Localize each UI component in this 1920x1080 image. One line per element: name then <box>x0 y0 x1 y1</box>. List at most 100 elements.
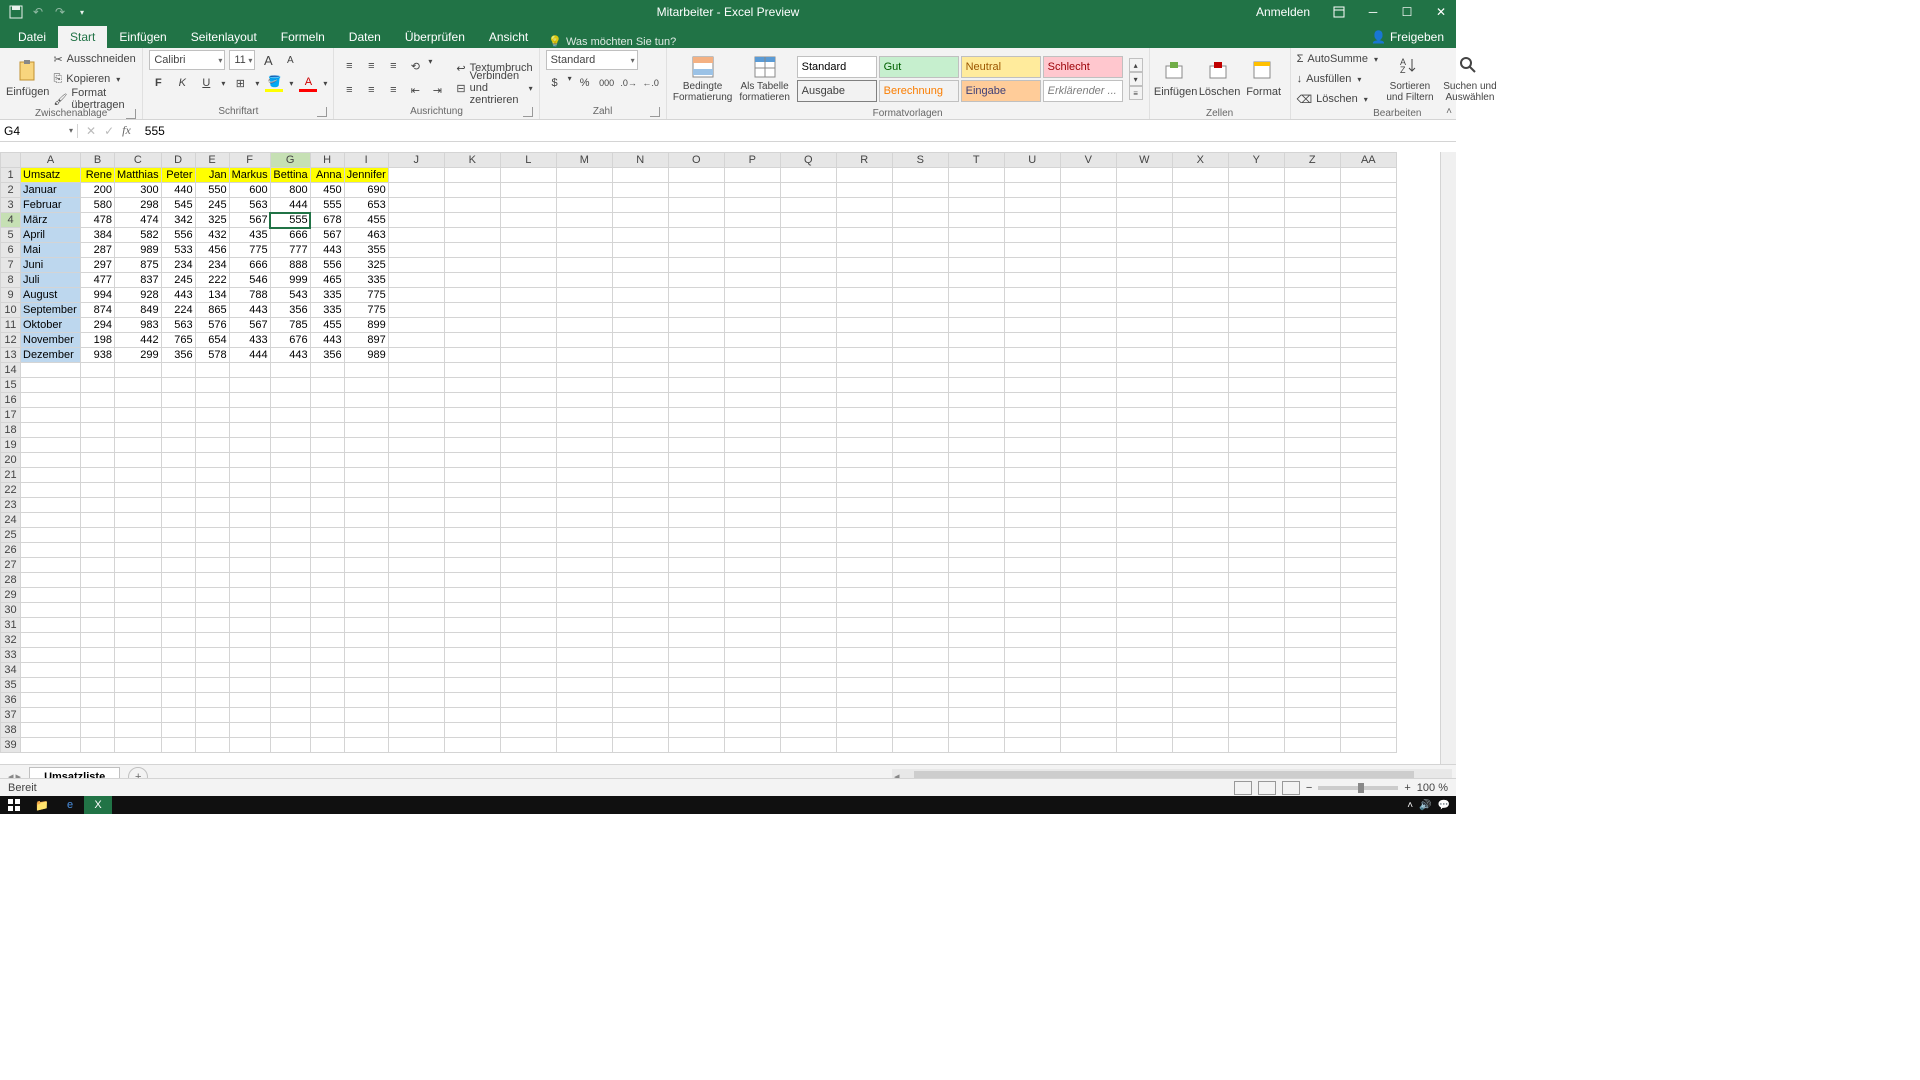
cell-F20[interactable] <box>229 453 270 468</box>
cell-G21[interactable] <box>270 468 310 483</box>
cell-O33[interactable] <box>668 648 724 663</box>
align-left-icon[interactable]: ≡ <box>340 81 358 99</box>
cell-A26[interactable] <box>21 543 81 558</box>
cell-W31[interactable] <box>1116 618 1172 633</box>
cell-Q37[interactable] <box>780 708 836 723</box>
cell-X10[interactable] <box>1172 303 1228 318</box>
cell-E14[interactable] <box>195 363 229 378</box>
cell-J6[interactable] <box>388 243 444 258</box>
cell-I17[interactable] <box>344 408 388 423</box>
cell-D31[interactable] <box>161 618 195 633</box>
cell-G11[interactable]: 785 <box>270 318 310 333</box>
col-header-A[interactable]: A <box>21 153 81 168</box>
cell-Q11[interactable] <box>780 318 836 333</box>
cell-X4[interactable] <box>1172 213 1228 228</box>
cell-C5[interactable]: 582 <box>115 228 162 243</box>
cell-P25[interactable] <box>724 528 780 543</box>
cell-S25[interactable] <box>892 528 948 543</box>
cell-R15[interactable] <box>836 378 892 393</box>
cell-W3[interactable] <box>1116 198 1172 213</box>
cell-E6[interactable]: 456 <box>195 243 229 258</box>
cell-Z36[interactable] <box>1284 693 1340 708</box>
cell-X20[interactable] <box>1172 453 1228 468</box>
cell-T30[interactable] <box>948 603 1004 618</box>
cell-R6[interactable] <box>836 243 892 258</box>
cell-P1[interactable] <box>724 168 780 183</box>
cell-V15[interactable] <box>1060 378 1116 393</box>
cell-X14[interactable] <box>1172 363 1228 378</box>
cell-Q33[interactable] <box>780 648 836 663</box>
cell-U3[interactable] <box>1004 198 1060 213</box>
cell-R27[interactable] <box>836 558 892 573</box>
cell-O36[interactable] <box>668 693 724 708</box>
cell-X26[interactable] <box>1172 543 1228 558</box>
cell-K1[interactable] <box>444 168 500 183</box>
format-cells-button[interactable]: Format <box>1244 50 1284 108</box>
cell-G29[interactable] <box>270 588 310 603</box>
cell-F14[interactable] <box>229 363 270 378</box>
tray-action-center-icon[interactable]: 💬 <box>1438 800 1450 811</box>
cell-F8[interactable]: 546 <box>229 273 270 288</box>
cell-O38[interactable] <box>668 723 724 738</box>
cell-B7[interactable]: 297 <box>81 258 115 273</box>
cell-S35[interactable] <box>892 678 948 693</box>
cell-B5[interactable]: 384 <box>81 228 115 243</box>
cell-B19[interactable] <box>81 438 115 453</box>
save-icon[interactable] <box>6 2 26 22</box>
cell-U26[interactable] <box>1004 543 1060 558</box>
cell-F13[interactable]: 444 <box>229 348 270 363</box>
cell-Y20[interactable] <box>1228 453 1284 468</box>
cell-P27[interactable] <box>724 558 780 573</box>
cell-C19[interactable] <box>115 438 162 453</box>
cell-D15[interactable] <box>161 378 195 393</box>
cell-R13[interactable] <box>836 348 892 363</box>
cell-Y11[interactable] <box>1228 318 1284 333</box>
cell-P8[interactable] <box>724 273 780 288</box>
cell-N19[interactable] <box>612 438 668 453</box>
cell-E19[interactable] <box>195 438 229 453</box>
cell-K22[interactable] <box>444 483 500 498</box>
cell-W9[interactable] <box>1116 288 1172 303</box>
cell-A34[interactable] <box>21 663 81 678</box>
cell-N34[interactable] <box>612 663 668 678</box>
cell-J30[interactable] <box>388 603 444 618</box>
row-header-27[interactable]: 27 <box>1 558 21 573</box>
cell-A17[interactable] <box>21 408 81 423</box>
cell-AA16[interactable] <box>1340 393 1396 408</box>
cell-Y36[interactable] <box>1228 693 1284 708</box>
cell-Y2[interactable] <box>1228 183 1284 198</box>
cell-T25[interactable] <box>948 528 1004 543</box>
cell-AA22[interactable] <box>1340 483 1396 498</box>
cell-D13[interactable]: 356 <box>161 348 195 363</box>
cell-G25[interactable] <box>270 528 310 543</box>
row-header-19[interactable]: 19 <box>1 438 21 453</box>
row-header-26[interactable]: 26 <box>1 543 21 558</box>
cell-S8[interactable] <box>892 273 948 288</box>
cell-D10[interactable]: 224 <box>161 303 195 318</box>
cell-C21[interactable] <box>115 468 162 483</box>
cell-R24[interactable] <box>836 513 892 528</box>
cell-AA10[interactable] <box>1340 303 1396 318</box>
cell-AA7[interactable] <box>1340 258 1396 273</box>
cell-E16[interactable] <box>195 393 229 408</box>
cell-T7[interactable] <box>948 258 1004 273</box>
cell-W1[interactable] <box>1116 168 1172 183</box>
insert-cells-button[interactable]: Einfügen <box>1156 50 1196 108</box>
col-header-J[interactable]: J <box>388 153 444 168</box>
cell-P35[interactable] <box>724 678 780 693</box>
accept-formula-icon[interactable]: ✓ <box>104 124 114 138</box>
cell-M35[interactable] <box>556 678 612 693</box>
cell-Y14[interactable] <box>1228 363 1284 378</box>
cell-R29[interactable] <box>836 588 892 603</box>
cell-V8[interactable] <box>1060 273 1116 288</box>
cell-K8[interactable] <box>444 273 500 288</box>
cell-Y38[interactable] <box>1228 723 1284 738</box>
col-header-AA[interactable]: AA <box>1340 153 1396 168</box>
cell-N11[interactable] <box>612 318 668 333</box>
cell-AA14[interactable] <box>1340 363 1396 378</box>
cell-Q18[interactable] <box>780 423 836 438</box>
cell-S3[interactable] <box>892 198 948 213</box>
cell-C36[interactable] <box>115 693 162 708</box>
cell-W17[interactable] <box>1116 408 1172 423</box>
cell-D33[interactable] <box>161 648 195 663</box>
